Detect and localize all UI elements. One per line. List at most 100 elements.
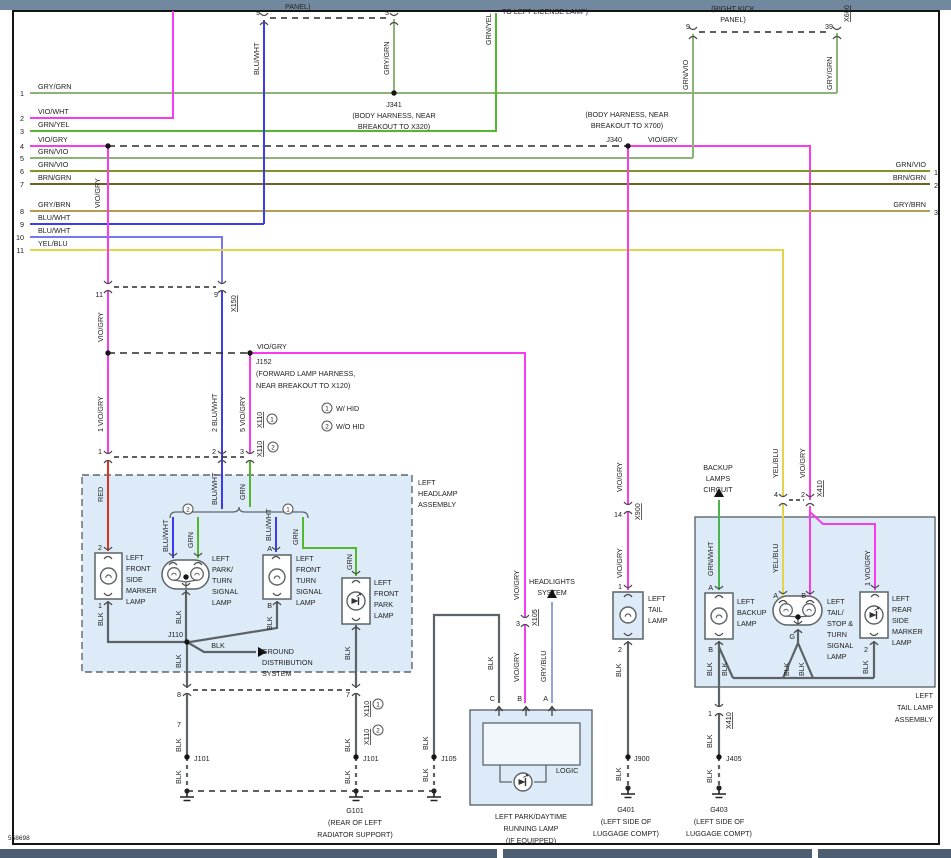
junction-dot <box>795 614 801 620</box>
pin-label: B <box>708 645 713 654</box>
circuit-number: 8 <box>20 207 24 216</box>
wire-label: YEL/BLU <box>771 448 780 478</box>
note: (FORWARD LAMP HARNESS, <box>256 369 355 378</box>
wire-label: 5 VIO/GRY <box>238 396 247 432</box>
component-name: LAMP <box>827 652 847 661</box>
taskbar-segment[interactable] <box>503 849 812 858</box>
junction-label: J340 <box>606 135 622 144</box>
component-name: SIGNAL <box>212 587 238 596</box>
circuit-number: 6 <box>20 167 24 176</box>
junction-dot <box>625 143 631 149</box>
circuit-number: 2 <box>20 114 24 123</box>
circled-option-number: 2 <box>321 420 333 432</box>
pin-label: 7 <box>177 720 181 729</box>
circuit-number: 1 <box>934 168 938 177</box>
pin-label: 1 <box>98 447 102 456</box>
wire-label: 1 VIO/GRY <box>96 396 105 432</box>
wire-label: BLK <box>265 616 274 630</box>
left-front-turn-signal-lamp <box>262 554 292 600</box>
note: (LEFT SIDE OF <box>694 817 745 826</box>
bulb-icon <box>710 607 728 625</box>
wire-label: RED <box>96 487 105 502</box>
component-name: SIGNAL <box>296 587 322 596</box>
pin-label: G <box>789 632 795 641</box>
ground-label: G403 <box>710 805 728 814</box>
component-name: LOGIC <box>556 766 578 775</box>
pin-label: 3 <box>240 447 244 456</box>
note: BACKUP <box>703 463 733 472</box>
circled-option-number: 1 <box>372 698 384 710</box>
wiring-diagram-page: 12122112 PANEL) 9 3 BLU/WHT GRY/GRN GRN/YEL TO… <box>0 0 951 858</box>
component-name: LEFT <box>648 594 666 603</box>
svg-text:2: 2 <box>186 506 190 513</box>
junction-label: J105 <box>441 754 457 763</box>
component-name: REAR <box>892 605 912 614</box>
pin-label: A <box>708 583 713 592</box>
component-name: LAMP <box>374 611 394 620</box>
wire-label: BLU/WHT <box>252 42 261 75</box>
logic-box <box>482 722 581 766</box>
wire-label: GRN <box>291 529 300 545</box>
connector-label: X600 <box>842 5 851 22</box>
junction-dot <box>105 143 111 149</box>
pin-label: A <box>773 591 778 600</box>
note: (BODY HARNESS, NEAR <box>585 110 668 119</box>
wire-label: VIO/GRY <box>512 652 521 682</box>
component-name: LEFT <box>374 578 392 587</box>
note: RADIATOR SUPPORT) <box>317 830 392 839</box>
component-name: PARK <box>374 600 393 609</box>
circled-option-number: 2 <box>267 441 279 453</box>
component-name: ASSEMBLY <box>895 715 933 724</box>
note: (LEFT SIDE OF <box>601 817 652 826</box>
wire-label: BLK <box>614 663 623 677</box>
wire-label: GRN/YEL <box>484 13 493 45</box>
wire-label: 1 VIO/GRY <box>863 550 872 586</box>
pin-label: 2 <box>801 490 805 499</box>
junction-label: J101 <box>194 754 210 763</box>
pin-label: 3 <box>385 8 389 17</box>
wire-label: GRN <box>186 532 195 548</box>
component-name: TURN <box>212 576 232 585</box>
note: LUGGAGE COMPT) <box>686 829 752 838</box>
taskbar-segment[interactable] <box>0 849 497 858</box>
taskbar-segment[interactable] <box>818 849 951 858</box>
component-name: LEFT <box>212 554 230 563</box>
circled-option-number: 2 <box>372 724 384 736</box>
wire-label: BLK <box>486 656 495 670</box>
wire-label: BLK <box>705 769 714 783</box>
junction-dot <box>184 754 190 760</box>
note: CIRCUIT <box>703 485 733 494</box>
connector-label: X110 <box>255 441 264 457</box>
pin-label: 1 <box>98 601 102 610</box>
junction-dot <box>183 574 189 580</box>
pin-label: 2 <box>864 645 868 654</box>
top-title-bar <box>0 0 951 10</box>
wire-label: VIO/GRY <box>648 135 678 144</box>
svg-text:2: 2 <box>271 444 275 451</box>
note: TO LEFT LICENSE LAMP) <box>502 7 588 16</box>
wire-label: BLK <box>174 610 183 624</box>
circuit-number: 3 <box>934 208 938 217</box>
wire-label: BLK <box>861 660 870 674</box>
led-icon <box>346 591 366 611</box>
circuit-number: 10 <box>16 233 24 242</box>
svg-text:2: 2 <box>325 423 329 430</box>
wire-label: VIO/WHT <box>38 107 69 116</box>
wire-label: BLK <box>96 612 105 626</box>
pin-label: 14 <box>614 510 622 519</box>
bottom-taskbar <box>0 849 951 858</box>
note: (RIGHT KICK <box>711 4 755 13</box>
pin-label: A <box>267 544 272 553</box>
circuit-number: 9 <box>20 220 24 229</box>
svg-text:2: 2 <box>376 727 380 734</box>
wire-label: VIO/GRY <box>512 570 521 600</box>
component-name: (IF EQUIPPED) <box>506 836 556 845</box>
note: PANEL) <box>285 2 310 11</box>
component-name: LAMP <box>212 598 232 607</box>
pin-label: 9 <box>686 22 690 31</box>
junction-dot <box>184 639 190 645</box>
wire-label: YEL/BLU <box>771 543 780 573</box>
wire-label: GRN/VIO <box>896 160 927 169</box>
wire-label: VIO/GRY <box>798 448 807 478</box>
note: BREAKOUT TO X320) <box>358 122 430 131</box>
